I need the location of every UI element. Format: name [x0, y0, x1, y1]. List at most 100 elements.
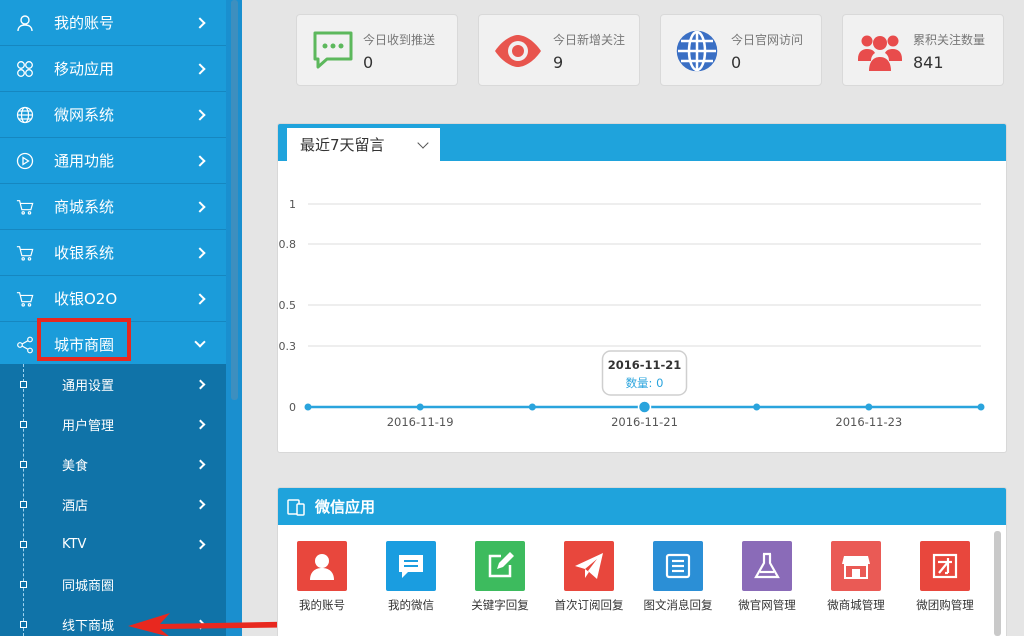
app-keyword-reply[interactable]: 关键字回复: [460, 541, 540, 613]
tooltip-value: 数量: 0: [626, 376, 664, 390]
tree-node-icon: [20, 580, 27, 588]
sidebar-item-label: 通用功能: [54, 152, 115, 170]
data-point: [865, 403, 873, 411]
submenu-item-label: 酒店: [62, 498, 89, 514]
x-tick-label: 2016-11-23: [835, 415, 902, 429]
y-tick-label: 0.5: [279, 299, 297, 312]
x-tick-label: 2016-11-21: [611, 415, 678, 429]
x-tick-label: 2016-11-19: [387, 415, 454, 429]
y-tick-label: 0: [289, 401, 296, 414]
data-point: [528, 403, 536, 411]
app-label: 微团购管理: [916, 598, 974, 612]
submenu-item-ktv[interactable]: KTV: [0, 524, 226, 564]
share-icon: [16, 336, 34, 354]
list-icon: [653, 541, 703, 591]
devices-icon: [287, 498, 305, 516]
chevron-right-icon: [194, 292, 206, 305]
submenu-item-label: 通用设置: [62, 378, 115, 394]
submenu-item-label: KTV: [62, 536, 87, 552]
submenu-item-city-business-district[interactable]: 同城商圈: [0, 564, 226, 604]
y-tick-label: 0.8: [279, 238, 297, 251]
data-point: [416, 403, 424, 411]
chevron-right-icon: [195, 459, 206, 469]
submenu-item-label: 美食: [62, 458, 89, 474]
submenu-item-food[interactable]: 美食: [0, 444, 226, 484]
chat-icon: [386, 541, 436, 591]
sidebar-item-label: 微网系统: [54, 106, 115, 124]
apps-panel: 微信应用 我的账号 我的微信 关键字回复 首次订阅回复 图文消息回复 微官网管理…: [277, 487, 1007, 636]
sidebar-item-city-business[interactable]: 城市商圈: [0, 322, 226, 368]
submenu-item-label: 用户管理: [62, 418, 115, 434]
app-subscribe-reply[interactable]: 首次订阅回复: [549, 541, 629, 613]
sidebar-item-my-account[interactable]: 我的账号: [0, 0, 226, 46]
chevron-right-icon: [194, 62, 206, 75]
submenu-item-hotel[interactable]: 酒店: [0, 484, 226, 524]
stat-value: 0: [363, 53, 374, 72]
chart-panel-header: 最近7天留言: [278, 124, 1006, 161]
stat-title: 今日收到推送: [363, 33, 436, 47]
sidebar-item-label: 收银O2O: [54, 290, 118, 308]
flask-icon: [742, 541, 792, 591]
paper-plane-icon: [564, 541, 614, 591]
sidebar-scrollbar[interactable]: [231, 0, 238, 400]
user-icon: [297, 541, 347, 591]
stat-title: 今日新增关注: [553, 33, 626, 47]
submenu-item-general-settings[interactable]: 通用设置: [0, 364, 226, 404]
store-icon: [831, 541, 881, 591]
app-my-account[interactable]: 我的账号: [282, 541, 362, 613]
chevron-right-icon: [194, 246, 206, 259]
app-microsite-management[interactable]: 微官网管理: [727, 541, 807, 613]
sidebar-item-microsite[interactable]: 微网系统: [0, 92, 226, 138]
submenu-item-user-management[interactable]: 用户管理: [0, 404, 226, 444]
data-point: [753, 403, 761, 411]
apps-scrollbar[interactable]: [994, 531, 1001, 636]
sidebar-item-mall[interactable]: 商城系统: [0, 184, 226, 230]
cart-icon: [16, 290, 34, 308]
submenu: 通用设置 用户管理 美食 酒店 KTV 同城商圈 线下商城: [0, 364, 226, 636]
chevron-right-icon: [194, 154, 206, 167]
submenu-item-label: 同城商圈: [62, 578, 115, 594]
chevron-right-icon: [195, 419, 206, 429]
message-icon: [311, 29, 357, 73]
app-label: 微官网管理: [738, 598, 796, 612]
sidebar-menu: 我的账号 移动应用 微网系统 通用功能 商城系统 收银系统 收银O2O 城市商圈: [0, 0, 226, 368]
app-my-wechat[interactable]: 我的微信: [371, 541, 451, 613]
stat-value: 9: [553, 53, 564, 72]
globe-icon: [16, 106, 34, 124]
app-article-reply[interactable]: 图文消息回复: [638, 541, 718, 613]
chart-range-select[interactable]: 最近7天留言: [287, 128, 440, 161]
stat-value: 841: [913, 53, 944, 72]
chevron-right-icon: [194, 200, 206, 213]
stat-title: 今日官网访问: [731, 33, 804, 47]
app-label: 关键字回复: [471, 598, 529, 612]
y-tick-label: 1: [289, 198, 296, 211]
app-mall-management[interactable]: 微商城管理: [816, 541, 896, 613]
sidebar-item-mobile-apps[interactable]: 移动应用: [0, 46, 226, 92]
sidebar-item-label: 城市商圈: [54, 336, 115, 354]
chevron-right-icon: [194, 16, 206, 29]
app-label: 首次订阅回复: [554, 598, 624, 612]
tree-node-icon: [20, 500, 27, 508]
chevron-right-icon: [195, 499, 206, 509]
tree-node-icon: [20, 540, 27, 548]
chevron-down-icon: [417, 137, 429, 149]
tooltip-title: 2016-11-21: [608, 358, 682, 372]
data-point: [304, 403, 312, 411]
sidebar-item-cashier[interactable]: 收银系统: [0, 230, 226, 276]
users-icon: [857, 29, 903, 73]
sidebar-item-cashier-o2o[interactable]: 收银O2O: [0, 276, 226, 322]
app-group-buy-management[interactable]: 微团购管理: [905, 541, 985, 613]
apps-clover-icon: [16, 60, 34, 78]
chart-panel: 最近7天留言 1 0.8 0.5 0.3 0 2016-11-19 2016-11-21 20…: [277, 123, 1007, 453]
tree-node-icon: [20, 420, 27, 428]
sidebar-item-general[interactable]: 通用功能: [0, 138, 226, 184]
app-label: 我的账号: [299, 598, 345, 612]
edit-icon: [475, 541, 525, 591]
line-chart[interactable]: 1 0.8 0.5 0.3 0 2016-11-19 2016-11-21 2016-11-2…: [278, 161, 1007, 453]
stat-title: 累积关注数量: [913, 33, 986, 47]
chart-range-select-value: 最近7天留言: [300, 136, 385, 154]
stat-card-total-followers: 累积关注数量 841: [842, 14, 1004, 86]
sidebar-item-label: 我的账号: [54, 14, 115, 32]
eye-icon: [493, 29, 541, 73]
user-icon: [16, 14, 34, 32]
